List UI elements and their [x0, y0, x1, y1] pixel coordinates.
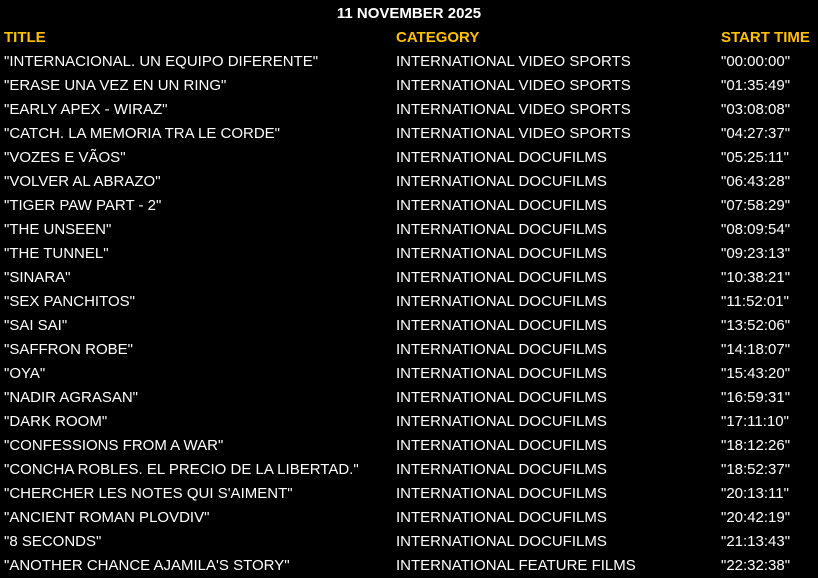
- row-start-time: "11:52:01": [721, 293, 789, 310]
- header-title: TITLE: [4, 29, 46, 46]
- table-row: "VOLVER AL ABRAZO" INTERNATIONAL DOCUFIL…: [0, 170, 818, 194]
- table-header-row: TITLE CATEGORY START TIME: [0, 26, 818, 50]
- row-category: INTERNATIONAL DOCUFILMS: [396, 317, 607, 334]
- row-title: "SAFFRON ROBE": [4, 341, 133, 358]
- row-category: INTERNATIONAL DOCUFILMS: [396, 437, 607, 454]
- row-category: INTERNATIONAL FEATURE FILMS: [396, 557, 636, 574]
- row-category: INTERNATIONAL VIDEO SPORTS: [396, 101, 631, 118]
- row-title: "CATCH. LA MEMORIA TRA LE CORDE": [4, 125, 280, 142]
- table-row: "CHERCHER LES NOTES QUI S'AIMENT" INTERN…: [0, 482, 818, 506]
- table-row: "SAFFRON ROBE" INTERNATIONAL DOCUFILMS "…: [0, 338, 818, 362]
- row-category: INTERNATIONAL VIDEO SPORTS: [396, 77, 631, 94]
- header-start-time: START TIME: [721, 29, 810, 46]
- row-start-time: "03:08:08": [721, 101, 791, 118]
- table-row: "EARLY APEX - WIRAZ" INTERNATIONAL VIDEO…: [0, 98, 818, 122]
- row-title: "VOLVER AL ABRAZO": [4, 173, 161, 190]
- row-title: "ANCIENT ROMAN PLOVDIV": [4, 509, 210, 526]
- row-category: INTERNATIONAL DOCUFILMS: [396, 533, 607, 550]
- row-start-time: "16:59:31": [721, 389, 791, 406]
- table-row: "INTERNACIONAL. UN EQUIPO DIFERENTE" INT…: [0, 50, 818, 74]
- row-category: INTERNATIONAL DOCUFILMS: [396, 413, 607, 430]
- row-category: INTERNATIONAL DOCUFILMS: [396, 341, 607, 358]
- row-title: "ANOTHER CHANCE AJAMILA'S STORY": [4, 557, 290, 574]
- row-start-time: "14:18:07": [721, 341, 791, 358]
- table-row: "SINARA" INTERNATIONAL DOCUFILMS "10:38:…: [0, 266, 818, 290]
- schedule-sheet: 11 NOVEMBER 2025 TITLE CATEGORY START TI…: [0, 0, 818, 577]
- row-title: "TIGER PAW PART - 2": [4, 197, 162, 214]
- table-row: "THE TUNNEL" INTERNATIONAL DOCUFILMS "09…: [0, 242, 818, 266]
- row-title: "VOZES E VÃOS": [4, 149, 126, 166]
- row-category: INTERNATIONAL DOCUFILMS: [396, 173, 607, 190]
- table-row: "CONCHA ROBLES. EL PRECIO DE LA LIBERTAD…: [0, 458, 818, 482]
- table-row: "CONFESSIONS FROM A WAR" INTERNATIONAL D…: [0, 434, 818, 458]
- row-category: INTERNATIONAL DOCUFILMS: [396, 245, 607, 262]
- table-row: "CATCH. LA MEMORIA TRA LE CORDE" INTERNA…: [0, 122, 818, 146]
- row-start-time: "15:43:20": [721, 365, 791, 382]
- row-title: "DARK ROOM": [4, 413, 108, 430]
- table-row: "ERASE UNA VEZ EN UN RING" INTERNATIONAL…: [0, 74, 818, 98]
- row-start-time: "17:11:10": [721, 413, 789, 430]
- table-row: "ANCIENT ROMAN PLOVDIV" INTERNATIONAL DO…: [0, 506, 818, 530]
- row-category: INTERNATIONAL DOCUFILMS: [396, 365, 607, 382]
- row-category: INTERNATIONAL DOCUFILMS: [396, 389, 607, 406]
- table-row: "VOZES E VÃOS" INTERNATIONAL DOCUFILMS "…: [0, 146, 818, 170]
- table-row: "SEX PANCHITOS" INTERNATIONAL DOCUFILMS …: [0, 290, 818, 314]
- table-row: "DARK ROOM" INTERNATIONAL DOCUFILMS "17:…: [0, 410, 818, 434]
- table-row: "NADIR AGRASAN" INTERNATIONAL DOCUFILMS …: [0, 386, 818, 410]
- row-category: INTERNATIONAL DOCUFILMS: [396, 221, 607, 238]
- row-title: "ERASE UNA VEZ EN UN RING": [4, 77, 227, 94]
- row-title: "INTERNACIONAL. UN EQUIPO DIFERENTE": [4, 53, 319, 70]
- row-start-time: "04:27:37": [721, 125, 791, 142]
- row-title: "THE TUNNEL": [4, 245, 109, 262]
- table-row: "TIGER PAW PART - 2" INTERNATIONAL DOCUF…: [0, 194, 818, 218]
- table-row: "ANOTHER CHANCE AJAMILA'S STORY" INTERNA…: [0, 554, 818, 578]
- row-start-time: "08:09:54": [721, 221, 791, 238]
- row-category: INTERNATIONAL DOCUFILMS: [396, 293, 607, 310]
- row-start-time: "01:35:49": [721, 77, 791, 94]
- row-title: "8 SECONDS": [4, 533, 102, 550]
- row-start-time: "00:00:00": [721, 53, 791, 70]
- row-title: "CHERCHER LES NOTES QUI S'AIMENT": [4, 485, 293, 502]
- header-category: CATEGORY: [396, 29, 480, 46]
- row-start-time: "18:52:37": [721, 461, 791, 478]
- row-start-time: "20:42:19": [721, 509, 791, 526]
- row-category: INTERNATIONAL DOCUFILMS: [396, 149, 607, 166]
- row-category: INTERNATIONAL VIDEO SPORTS: [396, 53, 631, 70]
- row-start-time: "18:12:26": [721, 437, 791, 454]
- row-title: "NADIR AGRASAN": [4, 389, 139, 406]
- row-start-time: "09:23:13": [721, 245, 791, 262]
- row-start-time: "22:32:38": [721, 557, 791, 574]
- row-title: "CONFESSIONS FROM A WAR": [4, 437, 224, 454]
- row-category: INTERNATIONAL DOCUFILMS: [396, 509, 607, 526]
- row-title: "THE UNSEEN": [4, 221, 112, 238]
- row-title: "SINARA": [4, 269, 71, 286]
- row-category: INTERNATIONAL VIDEO SPORTS: [396, 125, 631, 142]
- schedule-date-title: 11 NOVEMBER 2025: [336, 5, 482, 22]
- row-title: "SAI SAI": [4, 317, 68, 334]
- row-category: INTERNATIONAL DOCUFILMS: [396, 485, 607, 502]
- row-title: "EARLY APEX - WIRAZ": [4, 101, 168, 118]
- row-start-time: "21:13:43": [721, 533, 791, 550]
- schedule-table-body: "INTERNACIONAL. UN EQUIPO DIFERENTE" INT…: [0, 50, 818, 578]
- row-start-time: "06:43:28": [721, 173, 791, 190]
- table-row: "THE UNSEEN" INTERNATIONAL DOCUFILMS "08…: [0, 218, 818, 242]
- row-start-time: "10:38:21": [721, 269, 791, 286]
- row-category: INTERNATIONAL DOCUFILMS: [396, 197, 607, 214]
- row-category: INTERNATIONAL DOCUFILMS: [396, 461, 607, 478]
- row-start-time: "07:58:29": [721, 197, 791, 214]
- table-row: "SAI SAI" INTERNATIONAL DOCUFILMS "13:52…: [0, 314, 818, 338]
- row-start-time: "20:13:11": [721, 485, 789, 502]
- table-row: "8 SECONDS" INTERNATIONAL DOCUFILMS "21:…: [0, 530, 818, 554]
- row-title: "SEX PANCHITOS": [4, 293, 135, 310]
- table-row: "OYA" INTERNATIONAL DOCUFILMS "15:43:20": [0, 362, 818, 386]
- row-category: INTERNATIONAL DOCUFILMS: [396, 269, 607, 286]
- row-title: "CONCHA ROBLES. EL PRECIO DE LA LIBERTAD…: [4, 461, 359, 478]
- row-start-time: "13:52:06": [721, 317, 791, 334]
- row-start-time: "05:25:11": [721, 149, 789, 166]
- row-title: "OYA": [4, 365, 46, 382]
